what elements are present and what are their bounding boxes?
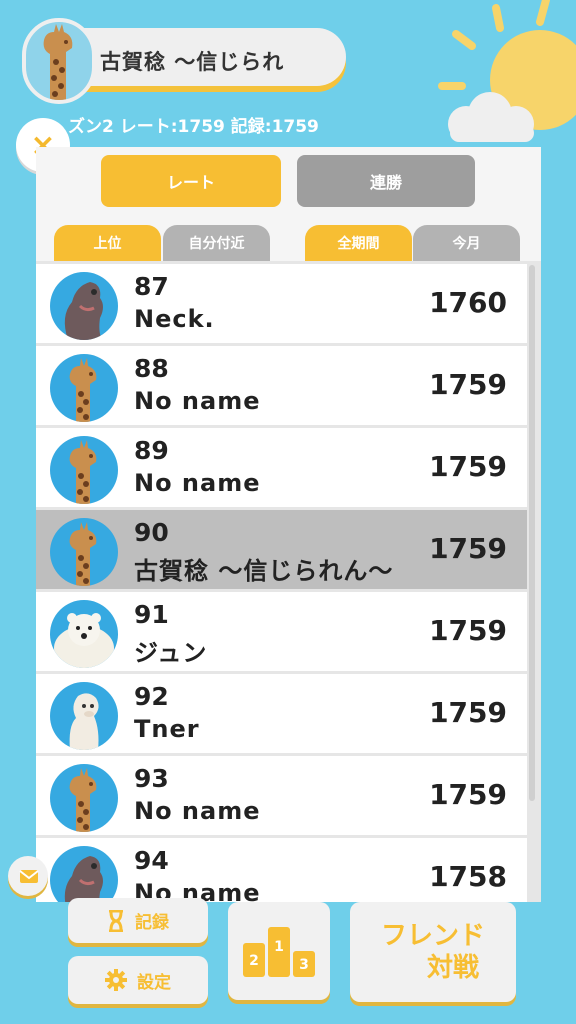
ranking-player-name: ジュン	[134, 639, 208, 667]
tab-streak[interactable]: 連勝	[297, 155, 475, 207]
ranking-score: 1759	[429, 450, 507, 483]
ranking-player-name: 古賀稔 ～信じられん～	[134, 557, 394, 585]
ranking-score: 1758	[429, 860, 507, 893]
polar-bear-icon	[50, 600, 118, 668]
ranking-score: 1759	[429, 778, 507, 811]
settings-button[interactable]: 設定	[68, 956, 208, 1004]
ranking-rank: 90	[134, 518, 169, 547]
ranking-rank: 92	[134, 682, 169, 711]
giraffe-icon	[50, 518, 118, 586]
podium-icon: 2 1 3	[243, 927, 315, 977]
tab-this-month[interactable]: 今月	[413, 225, 520, 261]
ranking-rank: 94	[134, 846, 169, 875]
giraffe-icon	[50, 436, 118, 504]
tab-all-time[interactable]: 全期間	[305, 225, 412, 261]
tab-near-me[interactable]: 自分付近	[163, 225, 270, 261]
ranking-score: 1759	[429, 696, 507, 729]
podium-third-number: 3	[299, 957, 309, 973]
ranking-row[interactable]: 94 No name 1758	[36, 838, 527, 902]
ranking-rank: 88	[134, 354, 169, 383]
ranking-row[interactable]: 93 No name 1759	[36, 756, 527, 835]
mail-button[interactable]	[8, 856, 48, 896]
ranking-row[interactable]: 89 No name 1759	[36, 428, 527, 507]
ranking-button[interactable]: 2 1 3	[228, 902, 330, 1000]
giraffe-icon	[43, 24, 73, 100]
sun-icon	[438, 0, 576, 142]
tab-rate[interactable]: レート	[101, 155, 281, 207]
player-name: 古賀稔 ～信じられ	[100, 50, 285, 74]
ranking-row[interactable]: 90 古賀稔 ～信じられん～ 1759	[36, 510, 527, 589]
tab-top[interactable]: 上位	[54, 225, 161, 261]
giraffe-icon	[50, 764, 118, 832]
ranking-score: 1760	[429, 286, 507, 319]
ranking-rank: 91	[134, 600, 169, 629]
ranking-player-name: Tner	[134, 715, 200, 743]
ranking-player-name: Neck.	[134, 305, 215, 333]
friend-battle-button[interactable]: フレンド 対戦	[350, 902, 516, 1002]
friend-battle-label-line2: 対戦	[426, 953, 479, 983]
ranking-player-name: No name	[134, 387, 261, 415]
settings-label: 設定	[137, 972, 171, 993]
ranking-row[interactable]: 91 ジュン 1759	[36, 592, 527, 671]
scrollbar[interactable]	[529, 265, 535, 801]
record-button[interactable]: 記録	[68, 898, 208, 943]
alpaca-icon	[50, 682, 118, 750]
giraffe-icon	[50, 354, 118, 422]
ranking-player-name: No name	[134, 797, 261, 825]
ranking-score: 1759	[429, 368, 507, 401]
podium-second-number: 2	[249, 953, 259, 969]
hippo-icon	[50, 272, 118, 340]
ranking-row[interactable]: 87 Neck. 1760	[36, 264, 527, 343]
mail-icon	[19, 870, 39, 883]
hippo-icon	[50, 846, 118, 902]
ranking-rank: 93	[134, 764, 169, 793]
podium-first-number: 1	[274, 939, 284, 955]
ranking-row[interactable]: 88 No name 1759	[36, 346, 527, 425]
ranking-player-name: No name	[134, 469, 261, 497]
season-rate-record: ズン2 レート:1759 記録:1759	[68, 117, 319, 137]
player-avatar[interactable]	[22, 18, 96, 104]
hourglass-icon	[109, 909, 123, 932]
friend-battle-label-line1: フレンド	[380, 921, 485, 951]
ranking-score: 1759	[429, 532, 507, 565]
gear-icon	[105, 969, 127, 991]
ranking-rank: 89	[134, 436, 169, 465]
ranking-score: 1759	[429, 614, 507, 647]
ranking-row[interactable]: 92 Tner 1759	[36, 674, 527, 753]
ranking-rank: 87	[134, 272, 169, 301]
record-label: 記録	[135, 913, 169, 933]
ranking-panel: レート 連勝 上位 自分付近 全期間 今月 87 Neck. 1760 88 No na…	[36, 147, 541, 902]
ranking-list[interactable]: 87 Neck. 1760 88 No name 1759 89 No name 1759 90 古…	[36, 261, 541, 902]
